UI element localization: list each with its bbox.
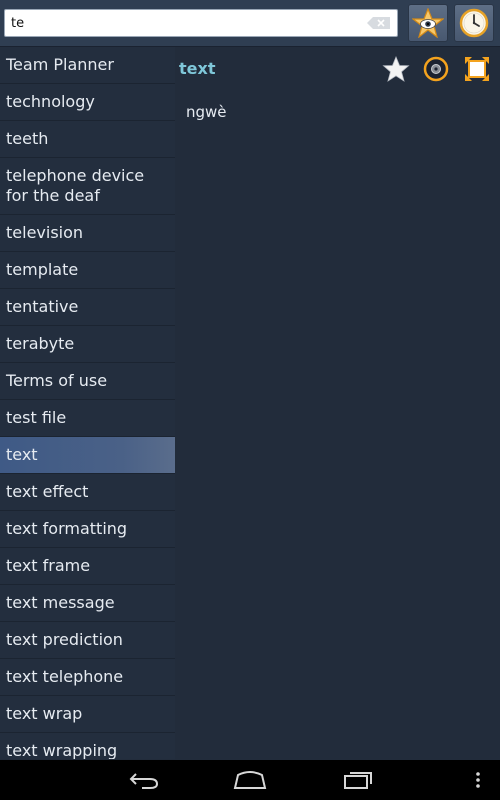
list-item[interactable]: text effect [0, 474, 175, 511]
back-button[interactable] [126, 768, 162, 792]
speaker-icon [423, 56, 449, 82]
list-item-selected[interactable]: text [0, 437, 175, 474]
list-item[interactable]: test file [0, 400, 175, 437]
clear-text-icon[interactable] [367, 17, 391, 29]
list-item[interactable]: text frame [0, 548, 175, 585]
list-item[interactable]: telephone device for the deaf [0, 158, 175, 215]
translation-text: ngwè [186, 103, 227, 121]
system-nav-bar [0, 760, 500, 800]
list-item[interactable]: television [0, 215, 175, 252]
star-icon [382, 55, 410, 82]
expand-icon [465, 57, 489, 81]
star-eye-icon [412, 8, 444, 38]
home-icon [233, 771, 267, 789]
list-item[interactable]: technology [0, 84, 175, 121]
list-item[interactable]: text wrap [0, 696, 175, 733]
list-item[interactable]: text message [0, 585, 175, 622]
search-input[interactable] [11, 12, 361, 34]
word-list[interactable]: Team Planner technology teeth telephone … [0, 47, 175, 759]
clock-icon [459, 8, 489, 38]
overflow-menu-icon [476, 772, 480, 788]
fullscreen-button[interactable] [462, 54, 492, 84]
list-item[interactable]: terabyte [0, 326, 175, 363]
list-item[interactable]: tentative [0, 289, 175, 326]
headword: text [179, 59, 216, 78]
recent-apps-icon [344, 772, 372, 789]
back-icon [129, 773, 159, 789]
list-item[interactable]: teeth [0, 121, 175, 158]
list-item[interactable]: text prediction [0, 622, 175, 659]
list-item[interactable]: Team Planner [0, 47, 175, 84]
list-item[interactable]: template [0, 252, 175, 289]
pronounce-button[interactable] [421, 54, 451, 84]
list-item[interactable]: text wrapping [0, 733, 175, 759]
home-button[interactable] [232, 768, 268, 792]
list-item[interactable]: text formatting [0, 511, 175, 548]
add-favorite-button[interactable] [381, 54, 411, 84]
search-box[interactable] [4, 9, 398, 37]
list-item[interactable]: Terms of use [0, 363, 175, 400]
list-item[interactable]: text telephone [0, 659, 175, 696]
translation-panel: text ngwè [175, 47, 500, 759]
favorites-button[interactable] [408, 4, 448, 42]
overflow-menu-button[interactable] [470, 768, 486, 792]
top-bar [0, 0, 500, 47]
recent-apps-button[interactable] [340, 768, 376, 792]
history-button[interactable] [454, 4, 494, 42]
